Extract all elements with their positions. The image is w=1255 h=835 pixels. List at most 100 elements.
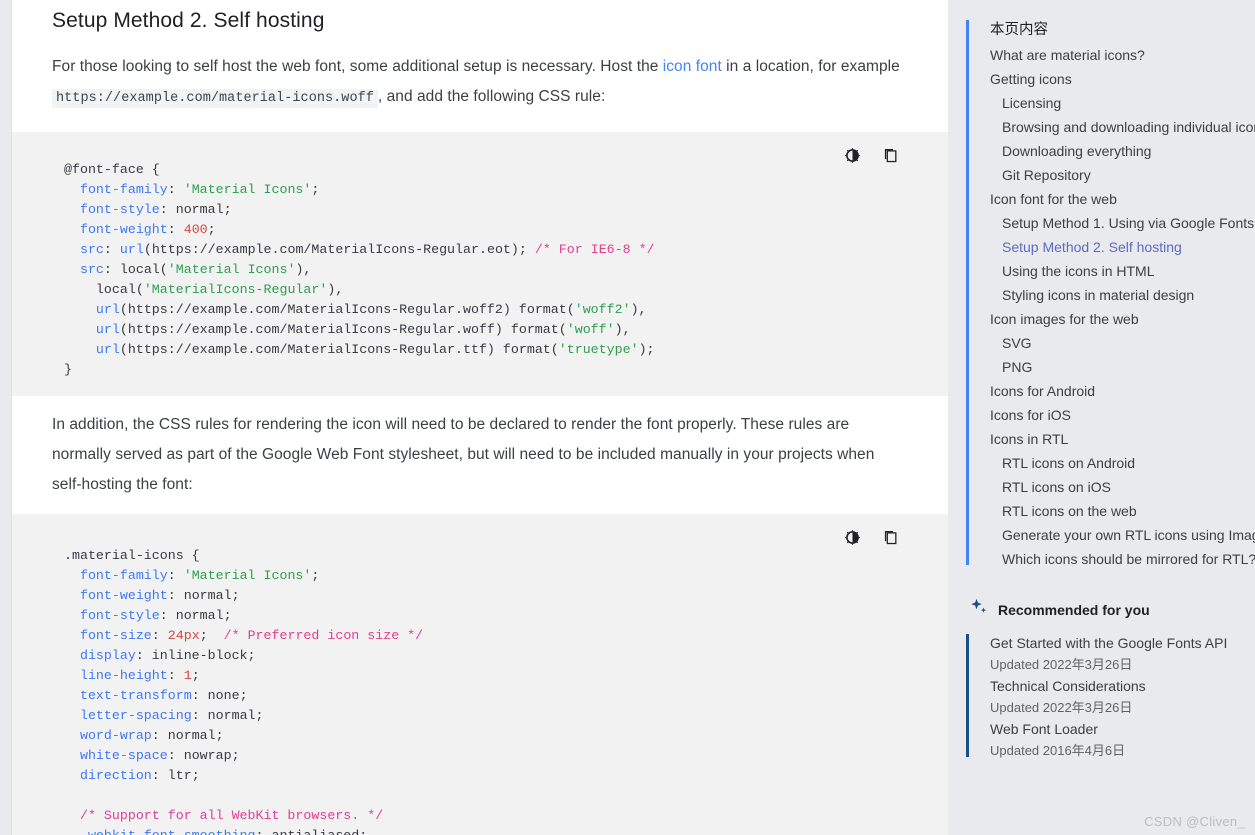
recommended-title: Recommended for you [998,601,1150,618]
code-token: format( [494,342,559,357]
intro-text-part3: , and add the following CSS rule: [377,88,606,105]
recommended-item[interactable]: Web Font Loader Updated 2016年4月6日 [978,718,1255,761]
code-token: src [79,242,104,257]
code-token: ( [159,262,168,277]
code-token: url [95,342,120,357]
code-token: 'truetype' [558,342,639,357]
code-token: (https://example.com/MaterialIcons-Regul… [143,242,519,257]
toc-item[interactable]: Git Repository [978,163,1255,187]
recommended-item[interactable]: Get Started with the Google Fonts API Upd… [978,632,1255,675]
code-token: @font-face { [64,162,160,177]
code-token: white-space [79,748,168,763]
toc-item[interactable]: Downloading everything [978,139,1255,163]
code-token: format( [510,302,575,317]
toc-item[interactable]: What are material icons? [978,43,1255,67]
toc-item[interactable]: Browsing and downloading individual icon… [978,115,1255,139]
toc-item[interactable]: Icons in RTL [978,427,1255,451]
code-token: ; [191,668,200,683]
toc-item[interactable]: RTL icons on the web [978,499,1255,523]
code-token: url [95,302,120,317]
left-gutter [0,0,12,835]
recommended-item[interactable]: Technical Considerations Updated 2022年3月2… [978,675,1255,718]
code-token: font-family [79,182,168,197]
toc-item[interactable]: Icons for Android [978,379,1255,403]
code-token: 'Material Icons' [183,568,312,583]
toc-item[interactable]: Licensing [978,91,1255,115]
code-token: letter-spacing [79,708,192,723]
code-token: src [79,262,104,277]
toc-item[interactable]: Setup Method 2. Self hosting [978,235,1255,259]
code-token: : inline-block; [135,648,256,663]
toc-item[interactable]: RTL icons on Android [978,451,1255,475]
intro-text-part1: For those looking to self host the web f… [52,58,663,75]
code-token: /* Preferred icon size */ [223,628,424,643]
code-token: .material-icons { [64,548,200,563]
code-token: font-weight [79,588,168,603]
recommended-header: Recommended for you [966,597,1255,622]
code-token: : [167,182,184,197]
icon-font-link[interactable]: icon font [663,58,722,75]
code-token: display [79,648,136,663]
toc-item[interactable]: Setup Method 1. Using via Google Fonts [978,211,1255,235]
code-token: ), [327,282,344,297]
toc-item[interactable]: Icons for iOS [978,403,1255,427]
recommended-section: Recommended for you Get Started with the… [966,597,1255,761]
contrast-icon[interactable] [840,143,864,167]
inline-code-woff-url: https://example.com/material-icons.woff [52,89,378,108]
toc-item[interactable]: PNG [978,355,1255,379]
code-token: format( [502,322,567,337]
toc-item[interactable]: RTL icons on iOS [978,475,1255,499]
sparkle-icon [969,597,989,622]
code-token: ), [614,322,631,337]
code-token: /* For IE6-8 */ [534,242,655,257]
article: Setup Method 2. Self hosting For those l… [12,0,948,835]
recommended-list: Get Started with the Google Fonts API Upd… [978,632,1255,761]
toc-item[interactable]: Generate your own RTL icons using ImageM… [978,523,1255,547]
code-token: font-weight [79,222,168,237]
recommended-accent-rail [966,634,969,757]
code-token: local [119,262,160,277]
recommended-item-title: Technical Considerations [990,678,1146,694]
code-token: : normal; [151,728,224,743]
copy-icon[interactable] [878,143,902,167]
toc-item[interactable]: Icon images for the web [978,307,1255,331]
code-token: : [167,222,184,237]
code-block-toolbar-1 [840,143,902,167]
code-token: ; [311,568,320,583]
toc-item[interactable]: Styling icons in material design [978,283,1255,307]
toc-item[interactable]: SVG [978,331,1255,355]
toc-item[interactable]: Using the icons in HTML [978,259,1255,283]
code-block-material-icons: .material-icons { font-family: 'Material… [12,514,948,835]
code-token: url [119,242,144,257]
code-token: ; [199,628,224,643]
code-token: ; [311,182,320,197]
code-token: local [95,282,136,297]
toc-item[interactable]: Getting icons [978,67,1255,91]
code-token: 'Material Icons' [183,182,312,197]
code-token: 'woff' [566,322,615,337]
code-token: ; [518,242,535,257]
copy-icon[interactable] [878,525,902,549]
contrast-icon[interactable] [840,525,864,549]
code-token: ; [207,222,216,237]
code-token: (https://example.com/MaterialIcons-Regul… [119,302,511,317]
toc-item[interactable]: Icon font for the web [978,187,1255,211]
recommended-item-title: Get Started with the Google Fonts API [990,635,1228,651]
code-token: ); [638,342,655,357]
toc-item[interactable]: Which icons should be mirrored for RTL? [978,547,1255,571]
